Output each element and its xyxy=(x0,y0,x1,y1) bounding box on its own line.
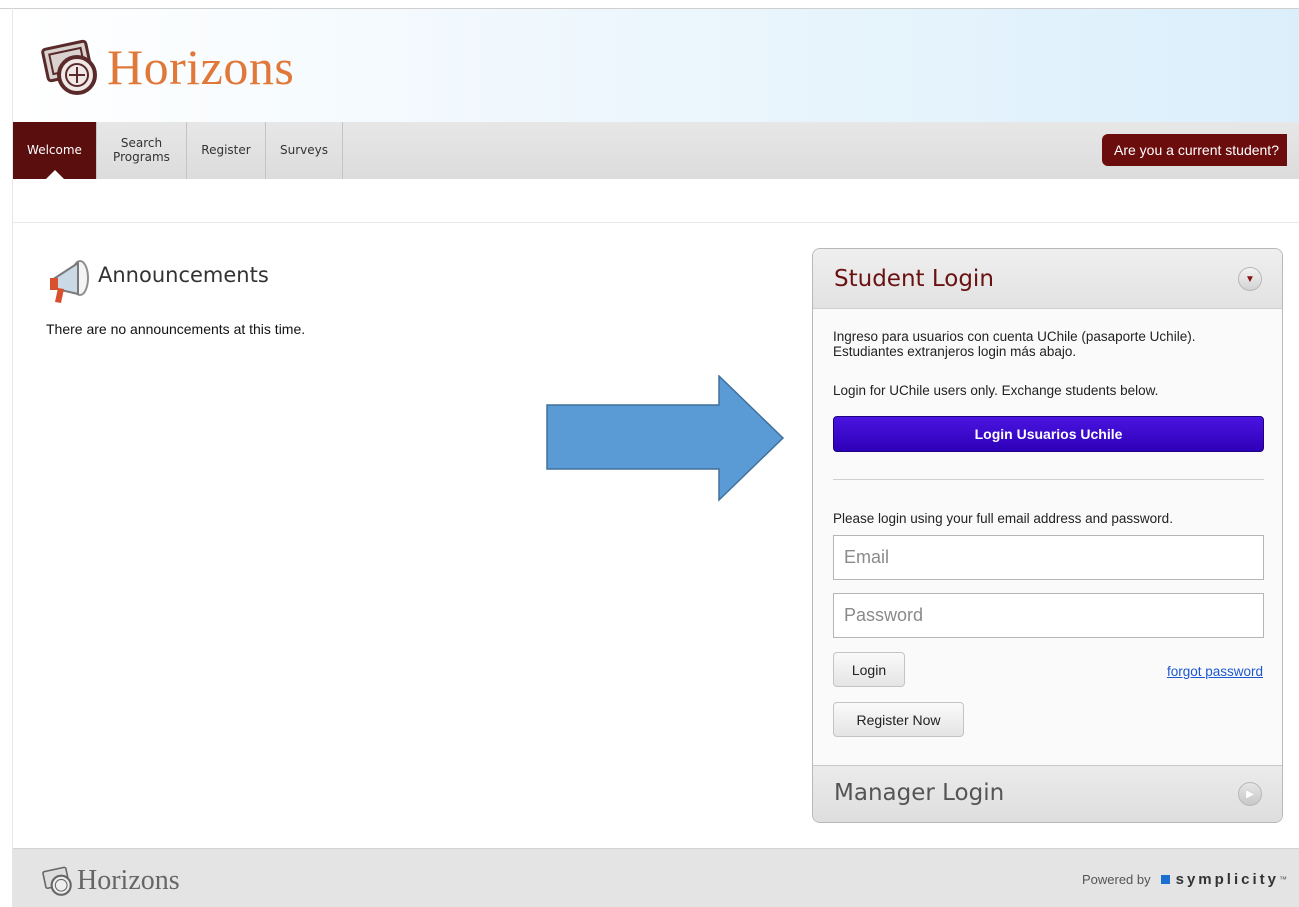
tab-welcome[interactable]: Welcome xyxy=(13,122,97,179)
tab-surveys[interactable]: Surveys xyxy=(266,122,343,179)
site-logo[interactable]: Horizons xyxy=(39,35,294,99)
vendor-name[interactable]: symplicity xyxy=(1176,871,1279,888)
tab-label: Search Programs xyxy=(107,137,177,163)
forgot-password-link[interactable]: forgot password xyxy=(1167,664,1263,679)
announcements-heading: Announcements xyxy=(46,258,269,306)
intro-text-en: Login for UChile users only. Exchange st… xyxy=(833,383,1159,398)
powered-by: Powered by symplicity ™ xyxy=(1082,871,1287,888)
symplicity-logo-square-icon xyxy=(1160,875,1170,884)
password-field[interactable] xyxy=(833,593,1264,638)
student-login-title: Student Login xyxy=(834,266,994,292)
current-student-button[interactable]: Are you a current student? xyxy=(1102,134,1287,166)
intro-text-es: Ingreso para usuarios con cuenta UChile … xyxy=(833,329,1196,359)
footer-logo[interactable]: Horizons xyxy=(41,864,180,898)
tab-label: Register xyxy=(201,142,251,157)
powered-by-label: Powered by xyxy=(1081,872,1151,887)
email-field[interactable] xyxy=(833,535,1264,580)
announcements-empty-text: There are no announcements at this time. xyxy=(46,321,306,337)
window-top-edge xyxy=(0,0,1299,9)
tab-search-programs[interactable]: Search Programs xyxy=(97,122,187,179)
tab-label-text: Search Programs xyxy=(113,136,170,164)
brand-name: Horizons xyxy=(107,39,295,95)
passport-stamp-icon xyxy=(41,39,97,95)
student-login-header[interactable]: Student Login ▼ xyxy=(813,249,1282,309)
tab-register[interactable]: Register xyxy=(187,122,266,179)
login-button[interactable]: Login xyxy=(833,652,905,687)
site-header: Horizons xyxy=(13,9,1299,122)
login-instructions: Please login using your full email addre… xyxy=(833,511,1173,526)
manager-login-header[interactable]: Manager Login ▶ xyxy=(813,765,1282,822)
tab-label: Welcome xyxy=(27,142,82,157)
sub-nav-bar xyxy=(13,179,1299,223)
megaphone-icon xyxy=(50,260,89,303)
divider xyxy=(833,479,1264,480)
announcements-title: Announcements xyxy=(98,263,269,287)
register-now-button[interactable]: Register Now xyxy=(833,702,964,737)
passport-stamp-icon xyxy=(42,866,72,896)
site-footer: Horizons Powered by symplicity ™ xyxy=(13,848,1299,907)
tab-label: Surveys xyxy=(280,142,328,157)
trademark-mark: ™ xyxy=(1279,875,1287,884)
collapse-toggle-icon[interactable]: ▼ xyxy=(1238,267,1262,291)
manager-login-title: Manager Login xyxy=(834,780,1005,806)
footer-brand: Horizons xyxy=(77,865,180,896)
annotation-arrow xyxy=(546,375,785,502)
login-uchile-button[interactable]: Login Usuarios Uchile xyxy=(833,416,1264,452)
expand-toggle-icon[interactable]: ▶ xyxy=(1238,782,1262,806)
login-panel: Student Login ▼ Ingreso para usuarios co… xyxy=(812,248,1283,823)
main-nav: Welcome Search Programs Register Surveys… xyxy=(13,122,1299,179)
